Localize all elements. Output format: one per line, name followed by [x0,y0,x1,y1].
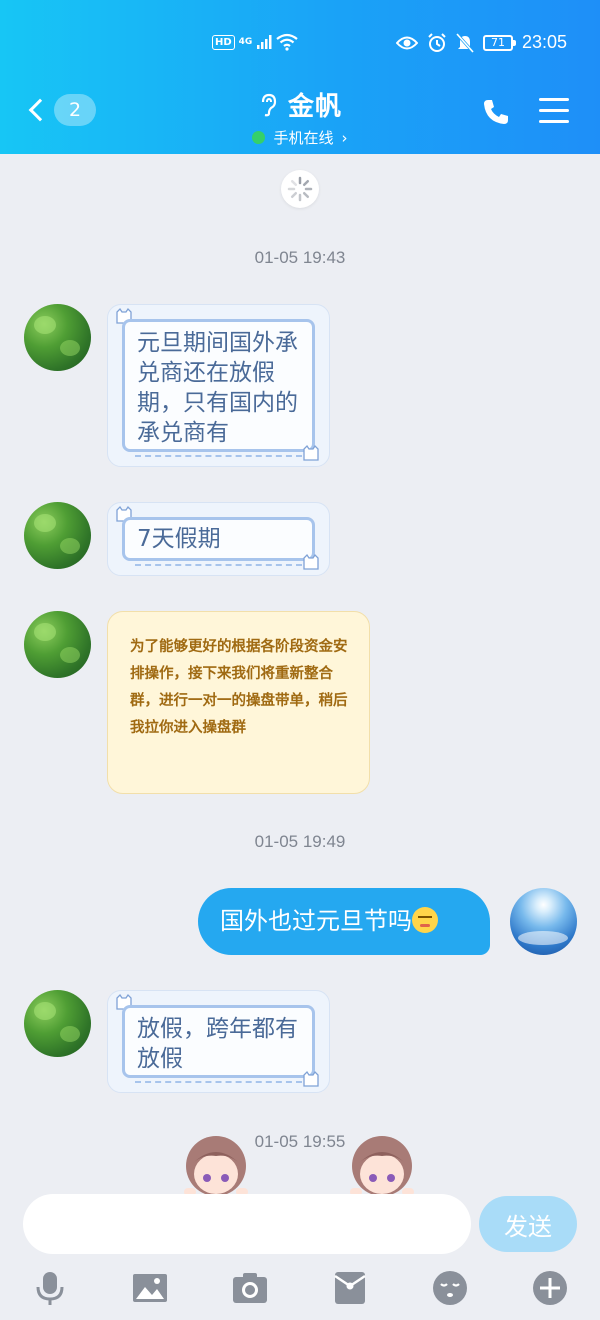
cat-sticker-icon [303,444,319,461]
eye-icon [395,36,418,49]
message-timestamp: 01-05 19:55 [254,1132,346,1151]
menu-icon[interactable] [539,98,569,124]
contact-status: 手机在线 [273,129,334,147]
contact-avatar[interactable] [24,990,91,1057]
online-status-dot [252,131,266,144]
loading-spinner-icon [281,170,319,208]
message-timestamp: 01-05 19:49 [254,832,346,851]
wifi-icon [276,33,299,51]
ear-icon [261,93,277,116]
mute-bell-icon [455,32,474,53]
cat-sticker-icon [303,1070,319,1087]
message-text: 元旦期间国外承兑商还在放假期，只有国内的承兑商有 [137,330,298,446]
message-text: 为了能够更好的根据各阶段资金安排操作，接下来我们将重新整合群，进行一对一的操盘带… [130,639,348,736]
message-input[interactable] [23,1194,471,1254]
camera-icon[interactable] [230,1268,270,1308]
message-bubble[interactable]: 元旦期间国外承兑商还在放假期，只有国内的承兑商有 [107,304,330,467]
red-packet-icon[interactable] [330,1268,370,1308]
alarm-icon [428,32,446,52]
network-type-label: 4G [238,37,253,47]
status-bar: HD 4G 71 23:05 [0,30,600,60]
message-timestamp: 01-05 19:43 [254,248,346,267]
message-bubble[interactable]: 为了能够更好的根据各阶段资金安排操作，接下来我们将重新整合群，进行一对一的操盘带… [107,611,370,794]
chevron-right-icon: › [341,128,348,147]
contact-name: 金帆 [287,92,342,122]
signal-icon [257,35,272,49]
chat-header: HD 4G 71 23:05 2 金帆 手机在线 › [0,0,600,154]
nav-bar: 2 金帆 手机在线 › [0,86,600,147]
emoji-icon[interactable] [430,1268,470,1308]
hd-icon: HD [212,34,235,50]
my-avatar[interactable] [510,888,577,955]
message-bubble[interactable]: 放假，跨年都有放假 [107,990,330,1093]
contact-avatar[interactable] [24,304,91,371]
send-button[interactable]: 发送 [479,1196,577,1252]
message-bubble[interactable]: 7天假期 [107,502,330,576]
microphone-icon[interactable] [30,1268,70,1308]
status-time: 23:05 [521,32,567,52]
cat-sticker-icon [303,553,319,570]
message-text: 7天假期 [137,526,221,552]
composer-toolbar [0,1262,600,1312]
contact-info[interactable]: 金帆 手机在线 › [0,86,600,148]
contact-avatar[interactable] [24,502,91,569]
plus-icon[interactable] [530,1268,570,1308]
phone-icon[interactable] [482,98,510,126]
contact-avatar[interactable] [24,611,91,678]
sent-message-bubble[interactable]: 国外也过元旦节吗 [198,888,490,955]
image-icon[interactable] [130,1268,170,1308]
battery-icon: 71 [482,34,516,51]
anime-girl-sticker-icon [350,1136,414,1196]
smirk-emoji-icon [412,907,438,933]
message-text: 放假，跨年都有放假 [137,1016,298,1072]
composer: 发送 [0,1190,600,1260]
message-text: 国外也过元旦节吗 [220,907,412,935]
